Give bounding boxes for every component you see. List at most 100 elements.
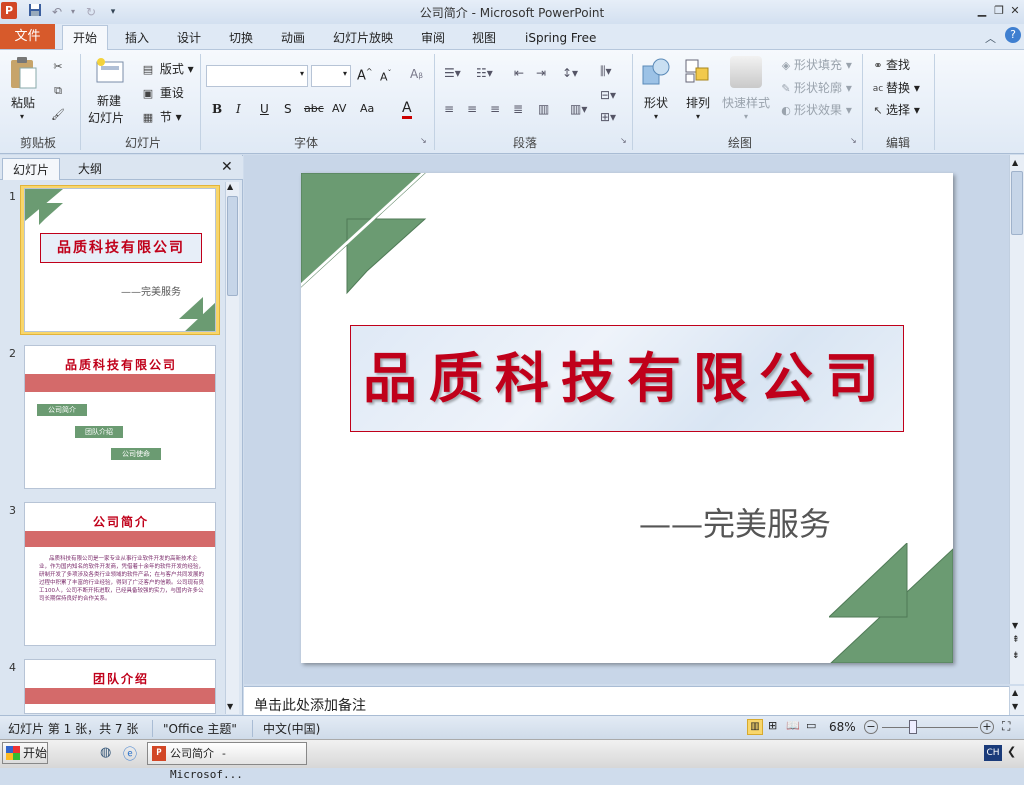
tray-expand-icon[interactable]: ❮ <box>1007 745 1016 758</box>
text-direction-icon[interactable]: ⫼▾ <box>600 64 612 79</box>
layout-button[interactable]: ▤ 版式 ▾ <box>140 60 194 77</box>
bullets-icon[interactable]: ☰▾ <box>444 66 461 80</box>
paste-dropdown-icon[interactable]: ▾ <box>20 112 24 121</box>
strikethrough-button[interactable]: abc <box>304 102 324 115</box>
char-spacing-button[interactable]: AV <box>332 102 346 115</box>
tab-animations[interactable]: 动画 <box>273 28 313 50</box>
paste-button[interactable]: 粘贴 ▾ <box>8 56 38 121</box>
arrange-button[interactable]: 排列 ▾ <box>682 56 718 121</box>
zoom-slider-thumb[interactable] <box>909 720 917 734</box>
slide-subtitle[interactable]: ——完美服务 <box>639 499 831 545</box>
decrease-indent-icon[interactable]: ⇤ <box>514 66 524 80</box>
scroll-down-icon[interactable]: ▼ <box>1012 702 1018 711</box>
align-left-icon[interactable]: ≡ <box>444 102 454 116</box>
restore-icon[interactable]: ❐ <box>991 3 1007 18</box>
theme-status[interactable]: "Office 主题" <box>152 720 237 737</box>
font-family-combo[interactable]: ▾ <box>206 65 308 87</box>
replace-button[interactable]: ac 替换 ▾ <box>870 79 920 96</box>
align-center-icon[interactable]: ≡ <box>467 102 477 116</box>
fit-to-window-icon[interactable]: ⛶ <box>1002 719 1010 734</box>
minimize-icon[interactable]: ▁ <box>974 3 990 18</box>
tab-outline[interactable]: 大纲 <box>68 158 112 180</box>
change-case-button[interactable]: Aa <box>360 102 374 115</box>
close-panel-icon[interactable]: ✕ <box>221 159 233 175</box>
slide-thumbnail-1[interactable]: 品质科技有限公司 ——完美服务 <box>24 188 216 332</box>
previous-slide-icon[interactable]: ⇞ <box>1012 635 1020 645</box>
scroll-up-icon[interactable]: ▲ <box>1012 688 1018 697</box>
justify-icon[interactable]: ≣ <box>513 102 523 116</box>
select-button[interactable]: ↖ 选择 ▾ <box>870 101 919 118</box>
quick-styles-button[interactable]: 快速样式 ▾ <box>722 56 774 121</box>
underline-button[interactable]: U <box>260 102 269 116</box>
italic-button[interactable]: I <box>236 102 241 116</box>
paragraph-dialog-launcher-icon[interactable]: ↘ <box>620 136 627 145</box>
scroll-down-icon[interactable]: ▼ <box>227 702 233 711</box>
drawing-dialog-launcher-icon[interactable]: ↘ <box>850 136 857 145</box>
copy-icon[interactable]: ⧉ <box>50 84 66 98</box>
new-slide-button[interactable]: 新建 幻灯片 <box>88 56 132 125</box>
scroll-up-icon[interactable]: ▲ <box>1012 158 1018 167</box>
notes-scrollbar[interactable]: ▲ ▼ <box>1009 686 1024 715</box>
cut-icon[interactable]: ✂ <box>50 60 66 74</box>
tab-home[interactable]: 开始 <box>62 25 108 50</box>
increase-indent-icon[interactable]: ⇥ <box>536 66 546 80</box>
tab-ispring[interactable]: iSpring Free <box>517 28 604 50</box>
tab-slides[interactable]: 幻灯片 <box>2 158 61 180</box>
smartart-icon[interactable]: ⊞▾ <box>600 110 616 124</box>
scroll-down-icon[interactable]: ▼ <box>1012 621 1018 630</box>
shape-outline-button[interactable]: ✎ 形状轮廓 ▾ <box>778 79 851 96</box>
tab-slideshow[interactable]: 幻灯片放映 <box>325 28 401 50</box>
tab-design[interactable]: 设计 <box>169 28 209 50</box>
find-button[interactable]: ⚭ 查找 <box>870 56 910 73</box>
language-status[interactable]: 中文(中国) <box>252 720 320 737</box>
input-method-indicator[interactable]: CH <box>984 745 1002 761</box>
line-spacing-icon[interactable]: ↕▾ <box>562 66 578 80</box>
columns-icon[interactable]: ▥▾ <box>570 102 587 116</box>
shrink-font-icon[interactable]: Aˇ <box>380 69 392 84</box>
reading-view-icon[interactable]: 📖 <box>786 719 800 732</box>
scrollbar-thumb[interactable] <box>1011 171 1023 235</box>
normal-view-icon[interactable]: ▥ <box>747 719 763 735</box>
slide-sorter-icon[interactable]: ⊞ <box>768 719 777 732</box>
next-slide-icon[interactable]: ⇟ <box>1012 651 1020 661</box>
close-icon[interactable]: ✕ <box>1007 3 1023 18</box>
tab-transitions[interactable]: 切换 <box>221 28 261 50</box>
grow-font-icon[interactable]: A^ <box>357 67 373 83</box>
tab-insert[interactable]: 插入 <box>117 28 157 50</box>
slide-thumbnail-4[interactable]: 团队介绍 <box>24 659 216 714</box>
slideshow-view-icon[interactable]: ▭ <box>806 719 816 732</box>
scroll-up-icon[interactable]: ▲ <box>227 182 233 191</box>
align-right-icon[interactable]: ≡ <box>490 102 500 116</box>
slide-thumbnail-2[interactable]: 品质科技有限公司 公司简介 团队介绍 公司使命 <box>24 345 216 489</box>
bold-button[interactable]: B <box>212 102 222 116</box>
shape-effects-button[interactable]: ◐ 形状效果 ▾ <box>778 101 852 118</box>
font-color-button[interactable]: A <box>402 100 412 119</box>
slide-canvas[interactable]: 品质科技有限公司 ——完美服务 <box>301 173 953 663</box>
taskbar-app-powerpoint[interactable]: P 公司简介 - Microsof... <box>147 742 307 781</box>
clear-format-icon[interactable]: Aᵦ <box>410 67 423 81</box>
zoom-in-icon[interactable]: + <box>980 720 994 734</box>
tab-review[interactable]: 审阅 <box>413 28 453 50</box>
shapes-button[interactable]: 形状 ▾ <box>640 56 676 121</box>
start-button[interactable]: 开始 <box>2 742 48 764</box>
internet-explorer-icon[interactable]: ⓔ <box>123 744 137 764</box>
slide-scrollbar[interactable]: ▲ ▼ ⇞ ⇟ <box>1009 155 1024 684</box>
section-button[interactable]: ▦ 节 ▾ <box>140 108 182 125</box>
shape-fill-button[interactable]: ◈ 形状填充 ▾ <box>778 56 852 73</box>
align-text-icon[interactable]: ⊟▾ <box>600 88 616 102</box>
distribute-icon[interactable]: ▥ <box>538 102 549 116</box>
minimize-ribbon-icon[interactable]: ︿ <box>985 30 996 46</box>
font-size-combo[interactable]: ▾ <box>311 65 351 87</box>
shadow-button[interactable]: S <box>284 102 292 116</box>
scrollbar-thumb[interactable] <box>227 196 238 296</box>
slides-panel-scrollbar[interactable]: ▲ ▼ <box>225 182 239 714</box>
numbering-icon[interactable]: ☷▾ <box>476 66 493 80</box>
tab-file[interactable]: 文件 <box>0 24 55 49</box>
title-box[interactable]: 品质科技有限公司 <box>350 325 904 432</box>
help-icon[interactable]: ? <box>1005 27 1021 43</box>
notes-pane[interactable]: 单击此处添加备注 <box>244 686 1009 715</box>
zoom-level[interactable]: 68% <box>829 720 856 734</box>
desktop-icon[interactable]: ◍ <box>100 745 111 760</box>
slide-thumbnail-3[interactable]: 公司简介 品质科技有限公司是一家专业从事行业软件开发的高新技术企业，作为国内知名… <box>24 502 216 646</box>
format-painter-icon[interactable]: 🖌 <box>50 108 66 122</box>
